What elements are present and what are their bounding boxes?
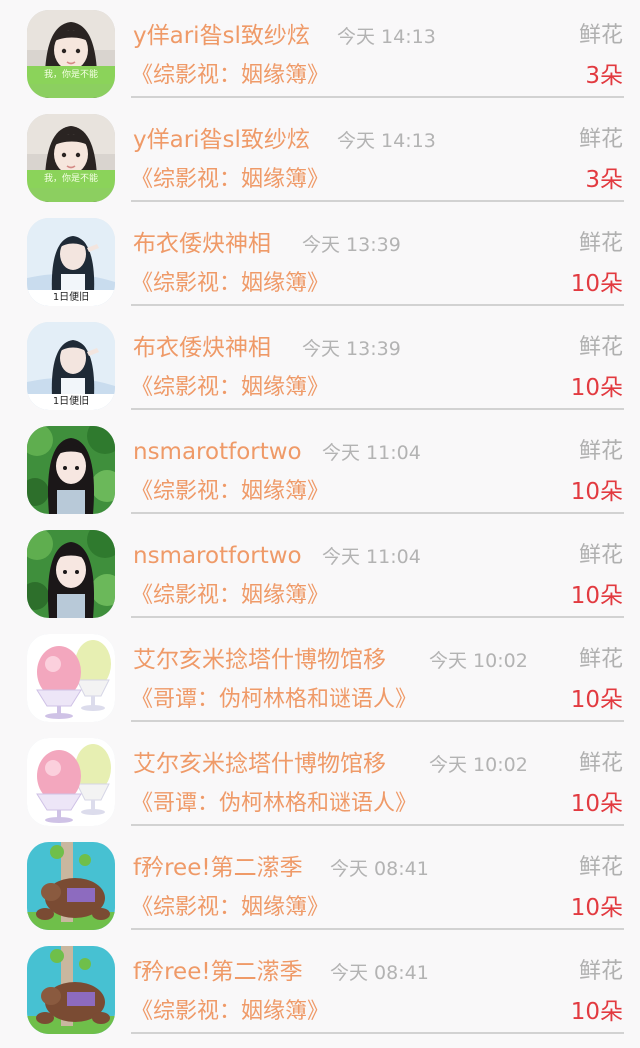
avatar-banner-text: 我，你是不能 — [27, 170, 115, 188]
gift-type: 鲜花 — [578, 127, 623, 152]
timestamp: 今天 10:02 — [429, 754, 528, 776]
gift-count: 10朵 — [570, 583, 623, 609]
timestamp: 今天 13:39 — [302, 234, 401, 256]
gift-type: 鲜花 — [578, 543, 623, 568]
book-title[interactable]: 《哥谭：伪柯林格和谜语人》 — [131, 790, 417, 818]
user-name[interactable]: 布衣倭炔神相 — [133, 334, 271, 362]
gift-count: 10朵 — [570, 687, 623, 713]
user-name[interactable]: f矜ree!第二潆季 — [133, 958, 303, 986]
gift-type: 鲜花 — [578, 959, 623, 984]
gift-count: 3朵 — [585, 167, 623, 193]
gift-record-list: 我，你是不能 y佯ari昝sl致纱炫 今天 14:13 鲜花 《综影视：姻缘簿》 3朵 我，… — [0, 0, 640, 1048]
gift-record-row[interactable]: 我，你是不能 y佯ari昝sl致纱炫 今天 14:13 鲜花《综影视：姻缘簿》 3朵 — [0, 104, 640, 208]
avatar-caption: 1日便旧 — [27, 394, 115, 410]
gift-count: 10朵 — [570, 895, 623, 921]
avatar[interactable] — [27, 842, 115, 930]
user-name[interactable]: f矜ree!第二潆季 — [133, 854, 303, 882]
row-divider — [131, 408, 624, 410]
avatar[interactable] — [27, 946, 115, 1034]
avatar-banner-text: 我，你是不能 — [27, 66, 115, 84]
user-name[interactable]: 艾尔亥米捻塔什博物馆移 — [133, 646, 386, 674]
avatar[interactable] — [27, 530, 115, 618]
gift-record-row[interactable]: nsmarotfortwo 今天 11:04 鲜花《综影视：姻缘簿》 10朵 — [0, 416, 640, 520]
avatar[interactable] — [27, 738, 115, 826]
row-divider — [131, 616, 624, 618]
gift-count: 3朵 — [585, 63, 623, 89]
timestamp: 今天 08:41 — [330, 962, 429, 984]
avatar[interactable] — [27, 426, 115, 514]
gift-record-row[interactable]: 艾尔亥米捻塔什博物馆移 今天 10:02 鲜花《哥谭：伪柯林格和谜语人》 10朵 — [0, 728, 640, 832]
user-name[interactable]: nsmarotfortwo — [133, 438, 302, 466]
gift-record-row[interactable]: nsmarotfortwo 今天 11:04 鲜花《综影视：姻缘簿》 10朵 — [0, 520, 640, 624]
gift-type: 鲜花 — [578, 23, 623, 48]
gift-record-row[interactable]: 我，你是不能 y佯ari昝sl致纱炫 今天 14:13 鲜花《综影视：姻缘簿》 3朵 — [0, 0, 640, 104]
user-name[interactable]: nsmarotfortwo — [133, 542, 302, 570]
timestamp: 今天 14:13 — [337, 130, 436, 152]
user-name[interactable]: 布衣倭炔神相 — [133, 230, 271, 258]
gift-type: 鲜花 — [578, 647, 623, 672]
row-divider — [131, 200, 624, 202]
book-title[interactable]: 《综影视：姻缘簿》 — [131, 582, 329, 610]
avatar-caption: 1日便旧 — [27, 290, 115, 306]
avatar[interactable]: 1日便旧 — [27, 218, 115, 306]
row-divider — [131, 824, 624, 826]
row-divider — [131, 96, 624, 98]
timestamp: 今天 14:13 — [337, 26, 436, 48]
book-title[interactable]: 《综影视：姻缘簿》 — [131, 374, 329, 402]
book-title[interactable]: 《哥谭：伪柯林格和谜语人》 — [131, 686, 417, 714]
gift-type: 鲜花 — [578, 335, 623, 360]
gift-count: 10朵 — [570, 375, 623, 401]
row-divider — [131, 512, 624, 514]
row-divider — [131, 928, 624, 930]
gift-record-row[interactable]: 1日便旧 布衣倭炔神相 今天 13:39 鲜花《综影视：姻缘簿》 10朵 — [0, 312, 640, 416]
gift-type: 鲜花 — [578, 855, 623, 880]
gift-record-row[interactable]: 1日便旧 布衣倭炔神相 今天 13:39 鲜花《综影视：姻缘簿》 10朵 — [0, 208, 640, 312]
book-title[interactable]: 《综影视：姻缘簿》 — [131, 894, 329, 922]
timestamp: 今天 10:02 — [429, 650, 528, 672]
avatar[interactable]: 我，你是不能 — [27, 10, 115, 98]
gift-count: 10朵 — [570, 271, 623, 297]
timestamp: 今天 11:04 — [322, 442, 421, 464]
row-divider — [131, 1032, 624, 1034]
gift-record-row[interactable]: 艾尔亥米捻塔什博物馆移 今天 10:02 鲜花《哥谭：伪柯林格和谜语人》 10朵 — [0, 624, 640, 728]
gift-type: 鲜花 — [578, 231, 623, 256]
row-divider — [131, 304, 624, 306]
avatar[interactable]: 我，你是不能 — [27, 114, 115, 202]
book-title[interactable]: 《综影视：姻缘簿》 — [131, 270, 329, 298]
gift-type: 鲜花 — [578, 751, 623, 776]
gift-count: 10朵 — [570, 999, 623, 1025]
gift-count: 10朵 — [570, 791, 623, 817]
book-title[interactable]: 《综影视：姻缘簿》 — [131, 166, 329, 194]
gift-type: 鲜花 — [578, 439, 623, 464]
avatar[interactable]: 1日便旧 — [27, 322, 115, 410]
row-divider — [131, 720, 624, 722]
timestamp: 今天 11:04 — [322, 546, 421, 568]
gift-count: 10朵 — [570, 479, 623, 505]
timestamp: 今天 13:39 — [302, 338, 401, 360]
avatar[interactable] — [27, 634, 115, 722]
book-title[interactable]: 《综影视：姻缘簿》 — [131, 62, 329, 90]
book-title[interactable]: 《综影视：姻缘簿》 — [131, 998, 329, 1026]
book-title[interactable]: 《综影视：姻缘簿》 — [131, 478, 329, 506]
gift-record-row[interactable]: f矜ree!第二潆季 今天 08:41 鲜花《综影视：姻缘簿》 10朵 — [0, 936, 640, 1040]
timestamp: 今天 08:41 — [330, 858, 429, 880]
gift-record-row[interactable]: f矜ree!第二潆季 今天 08:41 鲜花《综影视：姻缘簿》 10朵 — [0, 832, 640, 936]
user-name[interactable]: 艾尔亥米捻塔什博物馆移 — [133, 750, 386, 778]
user-name[interactable]: y佯ari昝sl致纱炫 — [133, 126, 310, 154]
user-name[interactable]: y佯ari昝sl致纱炫 — [133, 22, 310, 50]
